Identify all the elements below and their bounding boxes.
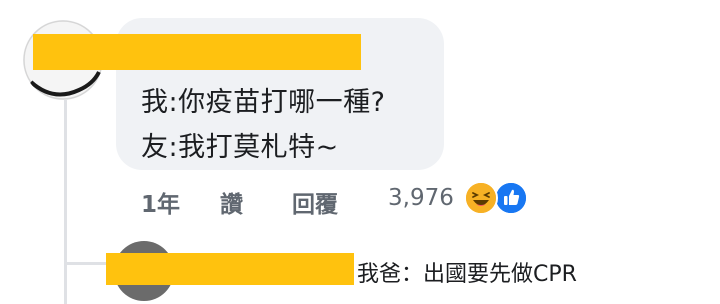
like-button[interactable]: 讚 [220,185,243,219]
like-icon [494,181,528,215]
comment-text-line: 我:你疫苗打哪一種? [141,87,386,118]
comment-text-line: 友:我打莫札特~ [141,132,339,163]
reaction-count[interactable]: 3,976 [388,185,454,211]
reply-text: 我爸：出國要先做CPR [357,262,577,287]
reaction-summary[interactable] [464,181,530,217]
redacted-reply-author [106,253,354,285]
haha-icon [464,181,498,215]
redacted-author-name [33,34,361,70]
reply-button[interactable]: 回覆 [292,185,338,219]
comment-timestamp[interactable]: 1年 [141,185,180,219]
thread-connector-line [64,100,67,304]
